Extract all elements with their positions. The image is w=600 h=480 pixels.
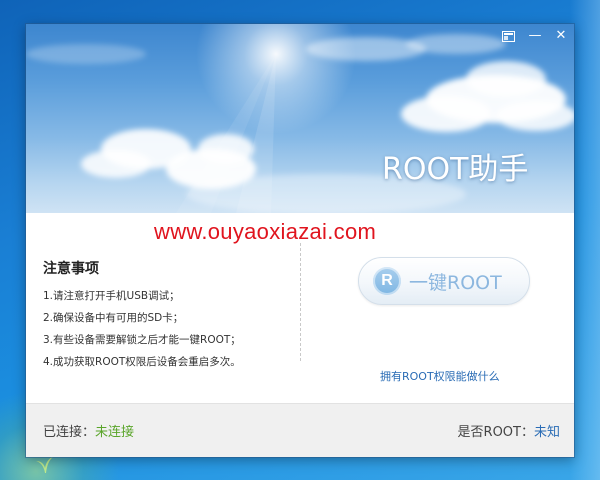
- root-status-label: 是否ROOT：: [457, 425, 534, 440]
- sky-banner: — ✕ ROOT助手: [26, 24, 574, 213]
- root-benefits-link[interactable]: 拥有ROOT权限能做什么: [380, 368, 500, 384]
- close-icon: ✕: [555, 28, 567, 43]
- root-status: 是否ROOT：未知: [458, 421, 560, 440]
- skin-icon: [501, 30, 515, 42]
- skin-button[interactable]: [499, 28, 517, 44]
- notes-title: 注意事项: [43, 261, 99, 277]
- main-content: www.ouyaoxiazai.com 注意事项 1.请注意打开手机USB调试；…: [26, 213, 574, 403]
- notes-item: 3.有些设备需要解锁之后才能一键ROOT；: [43, 334, 241, 346]
- status-bar: 已连接：未连接 是否ROOT：未知: [26, 403, 574, 457]
- minimize-button[interactable]: —: [526, 28, 544, 44]
- notes-item: 2.确保设备中有可用的SD卡；: [43, 312, 184, 324]
- notes-list: 1.请注意打开手机USB调试； 2.确保设备中有可用的SD卡； 3.有些设备需要…: [43, 285, 241, 373]
- one-click-root-button[interactable]: R 一键ROOT: [358, 257, 530, 305]
- root-logo-icon: R: [373, 267, 401, 295]
- connection-status-value: 未连接: [95, 425, 135, 440]
- notes-item: 4.成功获取ROOT权限后设备会重启多次。: [43, 356, 241, 368]
- connection-status-label: 已连接：: [43, 425, 96, 440]
- desktop-wallpaper-edge: [570, 0, 600, 480]
- dashed-divider: [300, 243, 301, 361]
- root-assistant-window: — ✕ ROOT助手 www.ouyaoxiazai.com 注意事项 1.请注…: [26, 24, 574, 457]
- root-button-label: 一键ROOT: [409, 271, 502, 294]
- connection-status: 已连接：未连接: [43, 421, 134, 440]
- watermark-text: www.ouyaoxiazai.com: [154, 219, 377, 244]
- root-status-value: 未知: [533, 425, 560, 440]
- notes-item: 1.请注意打开手机USB调试；: [43, 290, 180, 302]
- close-button[interactable]: ✕: [552, 28, 570, 44]
- app-title: ROOT助手: [382, 152, 529, 187]
- minimize-icon: —: [528, 28, 542, 43]
